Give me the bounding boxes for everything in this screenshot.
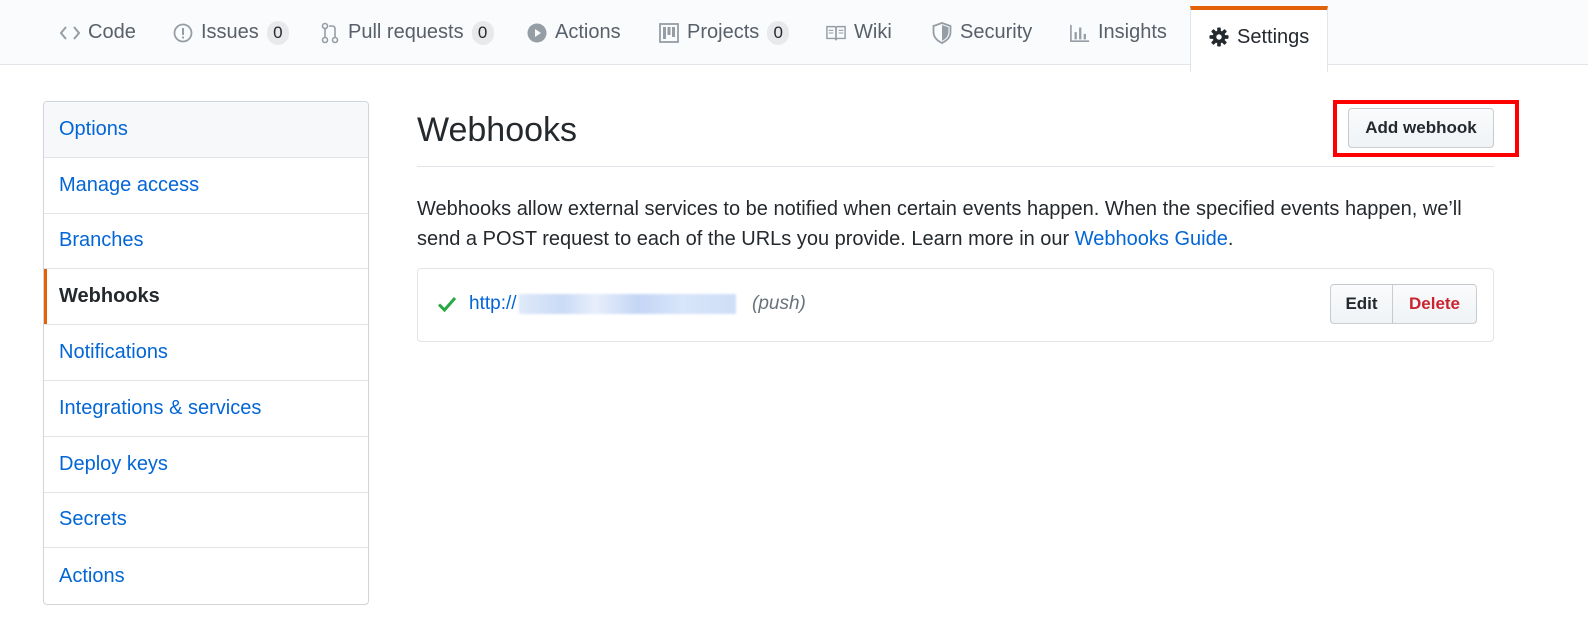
sidebar-item-integrations[interactable]: Integrations & services <box>44 381 368 437</box>
tab-label: Insights <box>1098 21 1167 43</box>
tab-wiki[interactable]: Wiki <box>826 0 892 65</box>
gear-icon <box>1209 26 1229 48</box>
tab-label: Settings <box>1237 25 1310 48</box>
tab-insights[interactable]: Insights <box>1070 0 1167 65</box>
tab-projects[interactable]: Projects 0 <box>659 0 790 65</box>
page-title: Webhooks <box>417 111 578 149</box>
tab-security[interactable]: Security <box>932 0 1032 65</box>
sidebar-item-branches[interactable]: Branches <box>44 214 368 270</box>
tab-label: Wiki <box>854 21 892 43</box>
tab-label: Pull requests <box>348 21 464 43</box>
tab-label: Issues <box>201 21 259 43</box>
settings-menu: Options Manage access Branches Webhooks … <box>43 101 369 606</box>
code-icon <box>60 22 80 44</box>
edit-hook-button[interactable]: Edit <box>1330 284 1393 324</box>
tab-actions[interactable]: Actions <box>527 0 621 65</box>
issue-icon <box>173 22 193 44</box>
tab-label: Code <box>88 21 136 43</box>
graph-icon <box>1070 22 1090 44</box>
hook-actions: Edit Delete <box>1330 284 1477 324</box>
repo-nav: Code Issues 0 Pull requests 0 Actions Pr… <box>0 0 1588 72</box>
tab-settings[interactable]: Settings <box>1190 6 1328 72</box>
tab-label: Security <box>960 21 1033 43</box>
sidebar-item-secrets[interactable]: Secrets <box>44 493 368 549</box>
pull-requests-counter: 0 <box>471 20 494 45</box>
projects-counter: 0 <box>767 20 790 45</box>
tab-issues[interactable]: Issues 0 <box>173 0 289 65</box>
redacted-url <box>518 294 736 314</box>
tab-label: Actions <box>555 21 621 43</box>
delete-hook-button[interactable]: Delete <box>1393 284 1477 324</box>
hook-list: http:// (push) Edit Delete <box>417 268 1494 342</box>
hook-events: (push) <box>752 293 806 314</box>
tab-code[interactable]: Code <box>60 0 136 65</box>
sidebar-item-options[interactable]: Options <box>44 102 368 158</box>
description-text: Webhooks allow external services to be n… <box>417 198 1462 250</box>
sidebar-item-deploy-keys[interactable]: Deploy keys <box>44 437 368 493</box>
webhooks-guide-link[interactable]: Webhooks Guide <box>1075 228 1228 250</box>
sidebar-item-notifications[interactable]: Notifications <box>44 325 368 381</box>
pull-request-icon <box>320 22 340 44</box>
add-webhook-button[interactable]: Add webhook <box>1348 108 1494 148</box>
tab-pull-requests[interactable]: Pull requests 0 <box>320 0 494 65</box>
check-icon <box>436 293 458 315</box>
sidebar-item-actions[interactable]: Actions <box>44 548 368 604</box>
title-divider <box>417 166 1494 167</box>
tab-label: Projects <box>687 21 760 43</box>
sidebar-item-webhooks[interactable]: Webhooks <box>44 269 368 326</box>
shield-icon <box>932 21 952 44</box>
project-icon <box>659 22 679 44</box>
webhooks-description: Webhooks allow external services to be n… <box>417 194 1507 254</box>
book-icon <box>826 22 846 44</box>
hook-url-prefix: http:// <box>469 293 517 314</box>
play-icon <box>527 22 547 44</box>
hook-url-link[interactable]: http:// <box>469 291 736 317</box>
sidebar-item-manage-access[interactable]: Manage access <box>44 158 368 214</box>
issues-counter: 0 <box>266 20 289 45</box>
description-end: . <box>1227 228 1234 250</box>
